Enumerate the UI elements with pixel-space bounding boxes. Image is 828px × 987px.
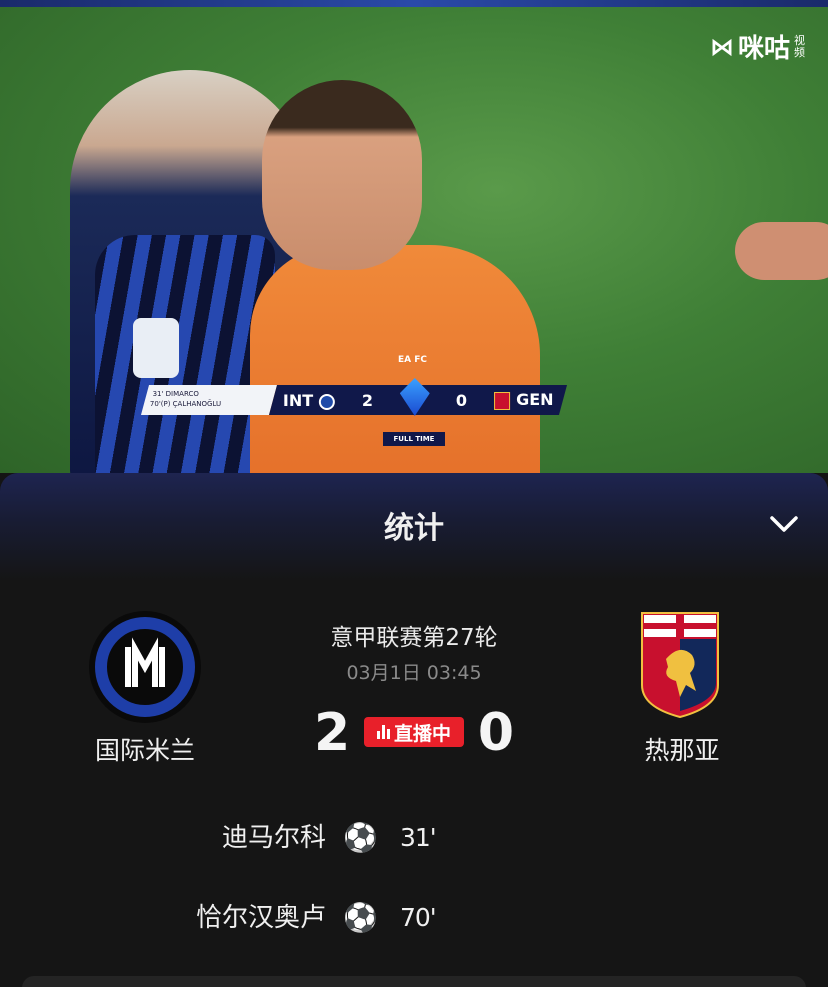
home-score: 2 — [314, 703, 351, 763]
home-team-name: 国际米兰 — [94, 736, 195, 765]
away-team-name: 热那亚 — [644, 736, 720, 765]
migu-video-logo: ⋈ 咪咕 视频 — [710, 28, 808, 65]
scorebug-status: FULL TIME — [383, 432, 445, 446]
competition-round: 意甲联赛第27轮 — [330, 625, 498, 651]
inter-crest-icon — [89, 611, 201, 723]
scorebug-home-score: 2 — [361, 390, 373, 410]
away-score: 0 — [477, 703, 514, 763]
inter-jersey — [95, 235, 275, 473]
goal-minute: 70' — [400, 903, 437, 932]
tv-scorebug: 31' DIMARCO 70'(P) ÇALHANOĞLU INT 2 0 GE… — [140, 385, 568, 415]
migu-logo-icon: ⋈ — [709, 32, 734, 61]
chevron-down-icon — [770, 516, 798, 532]
goal-event: 迪马尔科 ⚽ 31' — [0, 818, 828, 858]
player-hand — [735, 222, 828, 280]
live-bars-icon — [376, 725, 390, 739]
next-stats-card[interactable] — [22, 976, 806, 987]
stats-panel: 统计 国际米兰 意甲联赛第27轮 03月1日 03:45 2 直播中 0 热那亚… — [0, 473, 828, 987]
match-datetime: 03月1日 03:45 — [346, 662, 482, 684]
score-row: 2 直播中 0 — [250, 701, 578, 765]
goal-minute: 31' — [400, 823, 437, 852]
goalkeeper-figure — [262, 80, 422, 270]
video-player[interactable]: ⋈ 咪咕 视频 EA FC 31' DIMARCO 70'(P) ÇALHANO… — [0, 0, 828, 473]
goal-scorer: 迪马尔科 — [221, 823, 326, 853]
match-info: 意甲联赛第27轮 03月1日 03:45 — [250, 618, 578, 685]
scorebug-away-code: GEN — [515, 390, 553, 410]
scorebug-away-score: 0 — [455, 390, 468, 410]
genoa-crest-icon — [493, 391, 510, 410]
scorebug-home: INT — [283, 390, 336, 410]
soccer-ball-icon: ⚽ — [343, 821, 378, 854]
genoa-crest-icon — [640, 611, 720, 719]
scorebug-away: GEN — [493, 390, 553, 410]
video-top-bar — [0, 0, 828, 7]
brand-name: 咪咕 — [737, 34, 790, 64]
goal-scorer: 恰尔汉奥卢 — [195, 903, 326, 933]
scorebug-main: INT 2 0 GEN — [268, 385, 568, 415]
collapse-button[interactable] — [768, 511, 800, 537]
scorebug-home-code: INT — [283, 390, 314, 410]
scorebug-scorers: 31' DIMARCO 70'(P) ÇALHANOĞLU — [140, 385, 278, 415]
brand-sub: 视频 — [794, 33, 805, 59]
serie-a-sleeve-badge — [133, 318, 179, 378]
goal-event: 恰尔汉奥卢 ⚽ 70' — [0, 898, 828, 938]
panel-title: 统计 — [384, 511, 444, 546]
scorebug-scorer: 31' DIMARCO — [152, 390, 199, 398]
scorebug-scorer: 70'(P) ÇALHANOĞLU — [149, 400, 222, 408]
inter-crest-icon — [319, 393, 336, 409]
soccer-ball-icon: ⚽ — [343, 901, 378, 934]
ea-fc-icon: EA FC — [398, 355, 427, 365]
live-label: 直播中 — [393, 722, 451, 745]
live-badge[interactable]: 直播中 — [364, 717, 464, 747]
